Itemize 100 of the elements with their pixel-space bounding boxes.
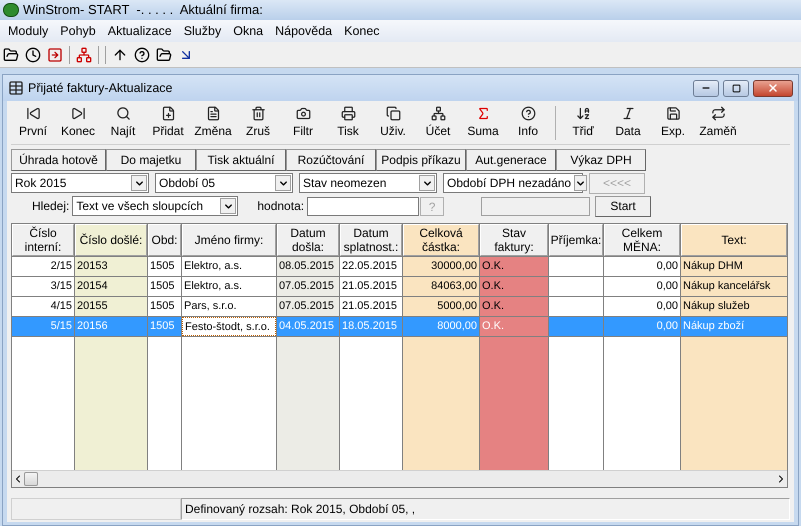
table-cell: 1505 — [148, 297, 181, 316]
document-icon — [206, 106, 220, 120]
loop-arrow-icon — [710, 106, 726, 120]
menu-item[interactable]: Služby — [178, 22, 228, 40]
scrollbar-thumb[interactable] — [24, 472, 38, 486]
table-cell: Elektro, a.s. — [182, 277, 276, 296]
windows-icon — [386, 106, 400, 120]
table-cell: 5000,00 — [403, 297, 479, 316]
column-header[interactable]: Celková částka: — [403, 224, 479, 256]
table-cell: 20155 — [75, 297, 147, 316]
table-cell: O.K. — [480, 297, 548, 316]
column-header[interactable]: Celkem MĚNA: — [604, 224, 680, 256]
table-cell: Pars, s.r.o. — [182, 297, 276, 316]
action-button[interactable]: Podpis příkazu — [376, 149, 466, 171]
start-button[interactable]: Start — [595, 196, 652, 216]
search-label: Hledej: — [32, 198, 70, 215]
toolbar-button[interactable]: Zruš — [236, 102, 280, 142]
help-icon[interactable] — [134, 46, 150, 62]
toolbar-button[interactable]: Najít — [101, 102, 145, 142]
action-button[interactable]: Aut.generace — [466, 149, 556, 171]
table-cell: 0,00 — [604, 297, 680, 316]
dropdown[interactable]: Stav neomezen — [299, 173, 437, 193]
menu-item[interactable]: Moduly — [2, 22, 54, 40]
table-cell: Nákup DHM — [681, 257, 787, 276]
dropdown[interactable]: Text ve všech sloupcích — [72, 196, 238, 216]
folder-icon[interactable] — [156, 46, 172, 62]
toolbar-button[interactable]: Filtr — [281, 102, 325, 142]
table-cell: 22.05.2015 — [340, 257, 402, 276]
menu-item[interactable]: Nápověda — [269, 22, 338, 40]
value-input-field[interactable] — [307, 196, 420, 216]
menu-item[interactable]: Aktualizace — [102, 22, 178, 40]
table-cell: Festo-štodt, s.r.o. — [182, 317, 276, 336]
italic-icon — [620, 106, 636, 120]
toolbar-button[interactable]: Uživ. — [371, 102, 415, 142]
new-page-icon — [160, 106, 176, 120]
table-cell: 20156 — [75, 317, 147, 336]
horizontal-scrollbar[interactable] — [12, 470, 787, 487]
toolbar-button[interactable]: Exp. — [651, 102, 695, 142]
hierarchy-icon[interactable] — [76, 46, 92, 62]
column-header[interactable]: Stav faktury: — [480, 224, 548, 256]
table-cell: 21.05.2015 — [340, 297, 402, 316]
column-header[interactable]: Číslo došlé: — [75, 224, 147, 256]
toolbar-button[interactable]: Info — [506, 102, 550, 142]
table-cell: 5/15 — [12, 317, 74, 336]
table-cell: 84063,00 — [403, 277, 479, 296]
toolbar-button[interactable]: Účet — [416, 102, 460, 142]
table-cell — [549, 257, 603, 276]
action-button[interactable]: Rozúčtování — [286, 149, 376, 171]
action-button[interactable]: Výkaz DPH — [556, 149, 646, 171]
table-cell: O.K. — [480, 257, 548, 276]
column-header[interactable]: Jméno firmy: — [182, 224, 276, 256]
column-header[interactable]: Číslo interní: — [12, 224, 74, 256]
child-window-title: Přijaté faktury-Aktualizace — [28, 80, 174, 97]
table-cell — [549, 297, 603, 316]
table-cell: 0,00 — [604, 257, 680, 276]
clock-icon[interactable] — [25, 46, 41, 62]
close-icon — [767, 82, 779, 94]
column-header[interactable]: Datum splatnost.: — [340, 224, 402, 256]
toolbar-button[interactable]: Tisk — [326, 102, 370, 142]
table-cell: Nákup služeb — [681, 297, 787, 316]
table-cell: 08.05.2015 — [277, 257, 339, 276]
status-text: Definovaný rozsah: Rok 2015, Období 05, , — [181, 498, 790, 520]
table-cell: 30000,00 — [403, 257, 479, 276]
dropdown[interactable]: Období 05 — [155, 173, 293, 193]
open-folder-icon[interactable] — [3, 46, 19, 62]
table-cell: Elektro, a.s. — [182, 257, 276, 276]
menu-item[interactable]: Konec — [338, 22, 386, 40]
table-cell: 0,00 — [604, 317, 680, 336]
table-cell: 18.05.2015 — [340, 317, 402, 336]
maximize-button[interactable] — [723, 80, 749, 96]
trash-icon — [250, 106, 266, 120]
window-title: WinStrom- START -. . . . . Aktuální firma: — [23, 1, 263, 20]
table-cell: 1505 — [148, 277, 181, 296]
hierarchy-icon — [430, 106, 446, 120]
toolbar-button[interactable]: Konec — [56, 102, 100, 142]
toolbar-button[interactable]: Přidat — [146, 102, 190, 142]
search-icon — [116, 106, 130, 120]
toolbar-button[interactable]: Změna — [191, 102, 235, 142]
table-cell: 1505 — [148, 317, 181, 336]
action-button[interactable]: Tisk aktuální — [196, 149, 286, 171]
toolbar-button[interactable]: Zaměň — [696, 102, 740, 142]
toolbar-button[interactable]: Data — [606, 102, 650, 142]
table-cell: Nákup kancelářsk — [681, 277, 787, 296]
toolbar-button[interactable]: Třiď — [561, 102, 605, 142]
close-button[interactable] — [753, 80, 793, 96]
column-header[interactable]: Datum došla: — [277, 224, 339, 256]
table-icon — [8, 80, 24, 96]
action-button[interactable]: Do majetku — [106, 149, 196, 171]
column-header[interactable]: Text: — [681, 224, 787, 256]
toolbar-button[interactable]: První — [11, 102, 55, 142]
column-header[interactable]: Obd: — [148, 224, 181, 256]
menu-item[interactable]: Pohyb — [54, 22, 102, 40]
action-button[interactable]: Úhrada hotově — [11, 149, 106, 171]
menu-item[interactable]: Okna — [227, 22, 270, 40]
sort-icon — [576, 106, 590, 120]
toolbar-button[interactable]: Suma — [461, 102, 505, 142]
table-cell: 0,00 — [604, 277, 680, 296]
dropdown[interactable]: Rok 2015 — [11, 173, 149, 193]
value-label: hodnota: — [257, 198, 304, 215]
column-header[interactable]: Příjemka: — [549, 224, 603, 256]
